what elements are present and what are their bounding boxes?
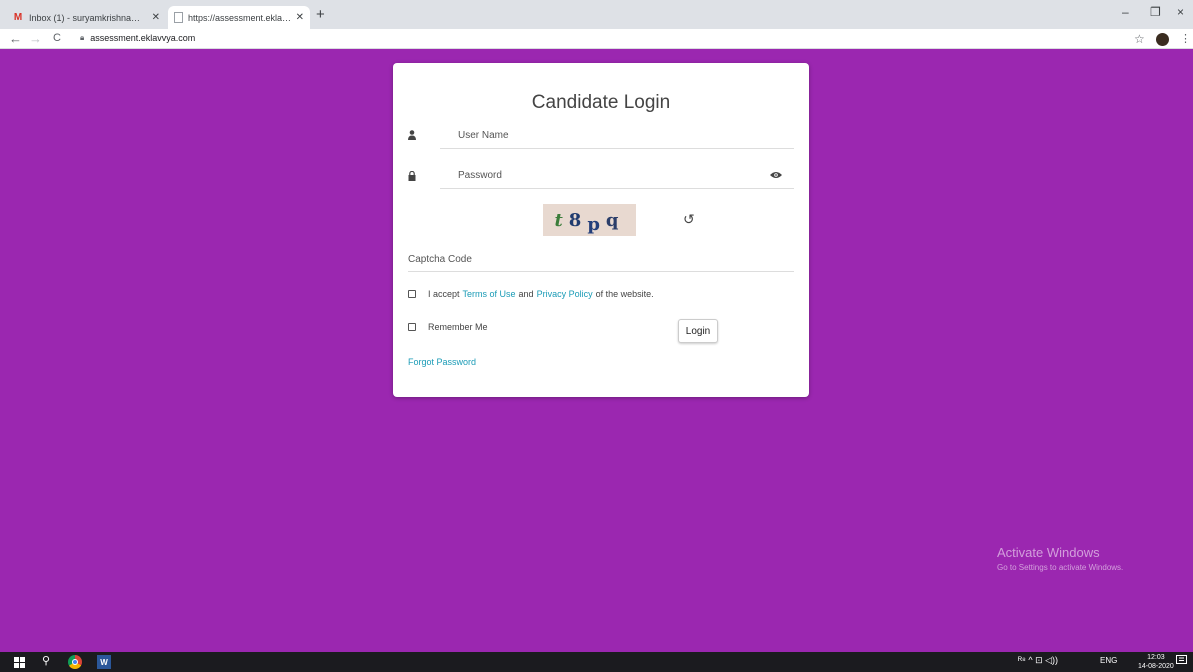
terms-of-use-link[interactable]: Terms of Use [463, 289, 516, 299]
activate-windows-watermark: Activate Windows Go to Settings to activ… [997, 545, 1123, 572]
profile-avatar[interactable] [1156, 33, 1169, 46]
windows-taskbar: ⚲ W ᴿ⁸ ^ ⊡ ◁)) ENG 12:03 14-08-2020 [0, 652, 1193, 672]
tab-close-icon[interactable]: ✕ [296, 12, 304, 23]
back-button[interactable]: ← [9, 31, 22, 46]
watermark-title: Activate Windows [997, 545, 1100, 560]
remember-label: Remember Me [428, 322, 488, 332]
captcha-char: p [587, 213, 606, 235]
username-input[interactable] [440, 123, 794, 149]
language-indicator[interactable]: ENG [1100, 656, 1117, 665]
clock-date: 14-08-2020 [1138, 663, 1174, 670]
tab-gmail-inbox[interactable]: M Inbox (1) - suryamkrishna@gmai ✕ [6, 6, 166, 29]
url-text: assessment.eklavvya.com [90, 33, 196, 43]
remember-row: Remember Me [408, 322, 488, 332]
forgot-password-link[interactable]: Forgot Password [408, 357, 476, 367]
tab-close-icon[interactable]: ✕ [152, 12, 160, 23]
new-tab-button[interactable]: + [316, 6, 325, 23]
close-window-button[interactable]: × [1177, 5, 1184, 19]
page-title: Candidate Login [531, 92, 671, 113]
url-field[interactable]: 🔒︎ assessment.eklavvya.com [80, 33, 195, 43]
show-password-icon[interactable] [770, 170, 782, 182]
refresh-captcha-icon[interactable]: ↺ [683, 211, 695, 228]
terms-prefix: I accept [428, 289, 460, 299]
system-tray-icons[interactable]: ᴿ⁸ ^ ⊡ ◁)) [1018, 655, 1058, 666]
watermark-subtitle: Go to Settings to activate Windows. [997, 563, 1124, 572]
restore-button[interactable]: ❐ [1150, 5, 1161, 19]
captcha-image: t 8 p q [543, 204, 636, 236]
bookmark-star-icon[interactable]: ☆ [1134, 32, 1145, 46]
lock-icon: 🔒︎ [80, 33, 85, 42]
tab-assessment[interactable]: https://assessment.eklavvya.com ✕ [168, 6, 310, 29]
address-bar: ← → C 🔒︎ assessment.eklavvya.com ☆ ⋮ [0, 29, 1193, 49]
login-card: Candidate Login t 8 p q ↺ I accept Terms… [393, 63, 809, 397]
privacy-policy-link[interactable]: Privacy Policy [537, 289, 593, 299]
user-icon [408, 130, 416, 143]
remember-checkbox[interactable] [408, 323, 416, 331]
captcha-char: q [605, 209, 625, 231]
captcha-char: 8 [568, 209, 588, 231]
page-icon [174, 12, 183, 23]
windows-start-icon[interactable] [14, 657, 25, 668]
chrome-icon[interactable] [68, 655, 82, 669]
forward-button[interactable]: → [29, 31, 42, 46]
search-icon[interactable]: ⚲ [42, 654, 50, 667]
tab-title: Inbox (1) - suryamkrishna@gmai [29, 12, 148, 23]
lock-icon [408, 170, 416, 184]
tab-title: https://assessment.eklavvya.com [188, 12, 292, 23]
terms-row: I accept Terms of Use and Privacy Policy… [408, 289, 654, 299]
taskbar-clock[interactable]: 12:03 14-08-2020 [1138, 653, 1174, 671]
login-button[interactable]: Login [678, 319, 718, 343]
password-input[interactable] [440, 163, 794, 189]
captcha-char: t [554, 209, 569, 231]
notification-icon[interactable] [1176, 655, 1187, 668]
browser-menu-icon[interactable]: ⋮ [1180, 32, 1191, 45]
minimize-button[interactable]: – [1122, 5, 1129, 19]
browser-tabstrip: M Inbox (1) - suryamkrishna@gmai ✕ https… [0, 0, 1193, 29]
clock-time: 12:03 [1147, 654, 1165, 661]
terms-checkbox[interactable] [408, 290, 416, 298]
reload-button[interactable]: C [53, 32, 61, 44]
captcha-input[interactable] [408, 248, 794, 272]
gmail-icon: M [13, 12, 23, 23]
word-icon[interactable]: W [97, 655, 111, 669]
terms-suffix: of the website. [595, 289, 654, 299]
terms-and: and [518, 289, 534, 299]
